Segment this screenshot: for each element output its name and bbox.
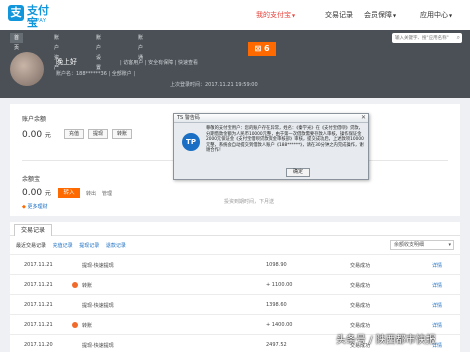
row-name: 转账 (82, 323, 93, 329)
row-detail-link[interactable]: 详情 (432, 322, 442, 329)
row-status: 交易成功 (350, 323, 371, 329)
table-row[interactable]: 2017.11.21 转账 + 1100.00 交易成功 详情 (10, 274, 460, 294)
tab-assets[interactable]: 账户资产 (50, 33, 63, 71)
alipay-logo[interactable]: 支 支付宝 ALIPAY (8, 4, 56, 29)
balance-label: 账户余额 (22, 116, 47, 123)
row-status: 交易成功 (350, 283, 371, 289)
row-detail-link[interactable]: 详情 (432, 262, 442, 269)
yuebao-label: 余额宝 (22, 176, 41, 183)
tab-account-link[interactable]: 账户通 (134, 33, 147, 61)
panel-footer-text: 投资到期时间，下月送 (224, 199, 275, 205)
close-icon[interactable]: ✕ (361, 114, 366, 121)
row-date: 2017.11.21 (24, 262, 53, 268)
manage-link[interactable]: 管理 (102, 190, 112, 197)
alipay-logo-icon: 支 (8, 5, 24, 21)
gift-icon: ⊠ (254, 44, 262, 53)
row-amount: 1098.90 (266, 262, 287, 268)
filter-withdraw[interactable]: 提现记录 (79, 243, 99, 249)
tab-transactions[interactable]: 交易记录 (14, 224, 52, 236)
row-status: 交易成功 (350, 263, 371, 269)
recharge-button[interactable]: 充值 (64, 129, 84, 139)
account-info: 账户名：188******36 | 全部账户 | (56, 71, 136, 77)
finance-icon: ◆ (22, 204, 26, 210)
transaction-filters: 最近交易记录 充值记录 提现记录 退款记录 (16, 242, 131, 249)
table-row[interactable]: 2017.11.21 提现-快速提现 1098.90 交易成功 详情 (10, 254, 460, 274)
ok-button[interactable]: 确定 (286, 168, 310, 177)
last-login: 上次登录时间：2017.11.21 19:59:00 (170, 82, 258, 88)
filter-refund[interactable]: 退款记录 (106, 243, 126, 249)
yuebao-amount: 0.00 元 (22, 188, 51, 198)
filter-recharge[interactable]: 充值记录 (53, 243, 73, 249)
row-amount: 2497.52 (266, 342, 287, 348)
search-bar[interactable]: ⌕ (392, 33, 462, 43)
dialog-message: 尊敬的支付宝用户：您的账户存在异常，姓名：《秦学光》在《支付宝借呗》贷款，分期借… (206, 126, 364, 154)
row-status: 交易成功 (350, 303, 371, 309)
dialog-logo-icon: TP (182, 133, 200, 151)
warning-dialog: TS 警告码 ✕ TP 尊敬的支付宝用户：您的账户存在异常，姓名：《秦学光》在《… (173, 113, 369, 180)
row-date: 2017.11.21 (24, 322, 53, 328)
row-amount: + 1400.00 (266, 322, 293, 328)
search-icon[interactable]: ⌕ (457, 34, 460, 42)
avatar[interactable] (10, 52, 44, 86)
user-status: | 访客用户 | 安全有保障 | 快速查看 (120, 60, 199, 66)
row-name: 提现-快速提现 (82, 263, 114, 269)
logo-text: 支付宝 (27, 4, 49, 29)
nav-transactions[interactable]: 交易记录 (325, 10, 353, 20)
row-name: 提现-快速提现 (82, 303, 114, 309)
gift-badge[interactable]: ⊠ 6 (248, 42, 276, 56)
chevron-down-icon: ▼ (449, 13, 453, 18)
watermark: 头条号 / 陕西都市快报 (336, 335, 436, 346)
transfer-icon (72, 322, 78, 328)
greeting: 晚上好 (56, 58, 77, 66)
row-amount: 1398.60 (266, 302, 287, 308)
transfer-out-link[interactable]: 转出 (86, 190, 96, 197)
row-amount: + 1100.00 (266, 282, 293, 288)
withdraw-button[interactable]: 提现 (88, 129, 108, 139)
row-name: 提现-快速提现 (82, 343, 114, 349)
balance-amount: 0.00 元 (22, 130, 51, 140)
chevron-down-icon: ▼ (393, 13, 397, 18)
tab-settings[interactable]: 账户设置 (92, 33, 105, 71)
table-row[interactable]: 2017.11.21 提现-快速提现 1398.60 交易成功 详情 (10, 294, 460, 314)
dialog-title: TS 警告码 (174, 114, 368, 123)
nav-protection[interactable]: 会员保障▼ (364, 10, 396, 20)
filter-recent[interactable]: 最近交易记录 (16, 243, 46, 249)
search-input[interactable] (392, 33, 450, 43)
nav-app-center[interactable]: 应用中心▼ (420, 10, 452, 20)
row-date: 2017.11.20 (24, 342, 53, 348)
transfer-in-button[interactable]: 转入 (58, 188, 80, 198)
row-detail-link[interactable]: 详情 (432, 282, 442, 289)
top-header: 支 支付宝 ALIPAY 我的支付宝▼ 交易记录 会员保障▼ 应用中心▼ (0, 0, 470, 30)
nav-my-alipay[interactable]: 我的支付宝▼ (256, 10, 295, 20)
more-finance-link[interactable]: ◆ 更多理财 (22, 203, 47, 210)
chevron-down-icon: ▼ (292, 13, 296, 18)
row-date: 2017.11.21 (24, 282, 53, 288)
chevron-down-icon: ▾ (448, 242, 451, 248)
transfer-icon (72, 282, 78, 288)
transactions-header: 交易记录 (10, 222, 460, 236)
tab-home[interactable]: 首页 (10, 33, 24, 51)
transfer-button[interactable]: 转账 (112, 129, 132, 139)
record-type-select[interactable]: 余额收支明细 ▾ (390, 240, 454, 250)
row-detail-link[interactable]: 详情 (432, 302, 442, 309)
row-name: 转账 (82, 283, 93, 289)
row-date: 2017.11.21 (24, 302, 53, 308)
logo-subtext: ALIPAY (27, 18, 47, 24)
